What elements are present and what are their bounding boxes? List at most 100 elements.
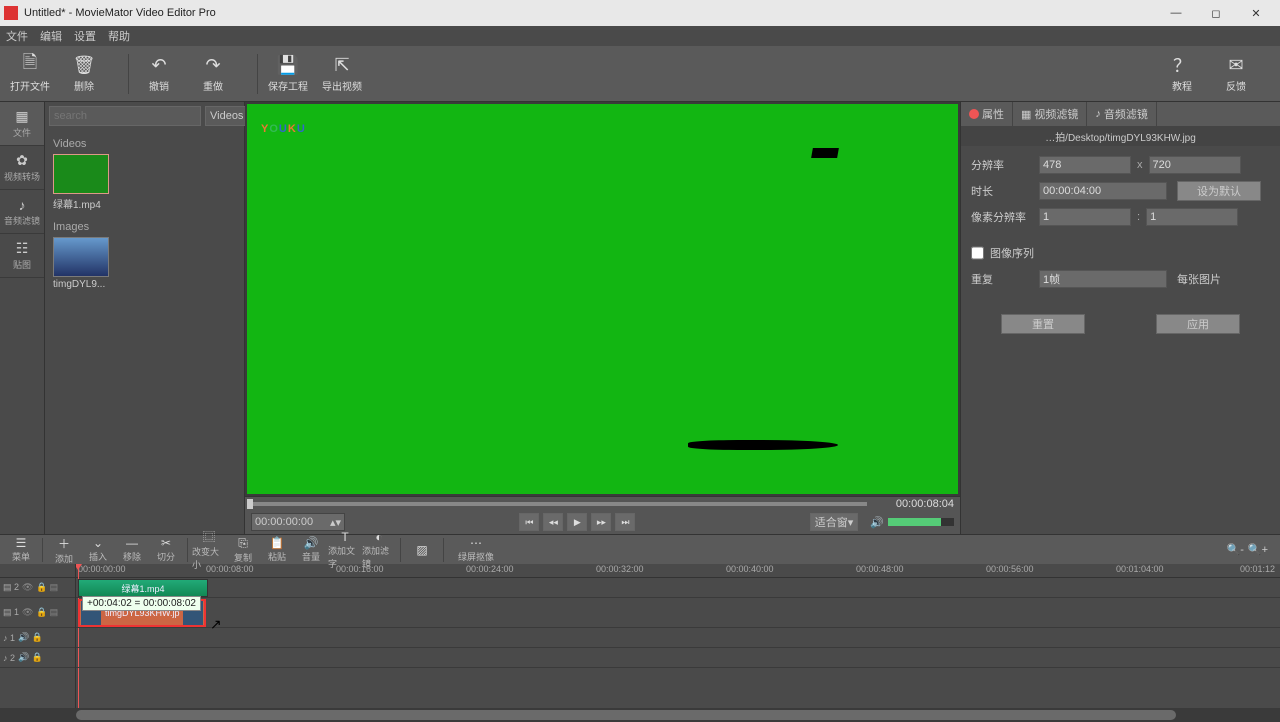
zoom-in-button[interactable]: 🔍+ (1248, 543, 1268, 556)
tl-volume-button[interactable]: 🔊音量 (294, 536, 328, 564)
par-b-input[interactable] (1146, 208, 1238, 226)
media-search-row: Videos (45, 102, 244, 130)
media-thumb-image[interactable]: timgDYL9... (53, 237, 113, 290)
track-v2[interactable]: 绿幕1.mp4 +00:04:02 = 00:00:08:02 (76, 578, 1280, 598)
tl-copy-button[interactable]: ⎘复制 (226, 536, 260, 564)
tl-resize-button[interactable]: ⿴改变大小 (192, 536, 226, 564)
seek-handle[interactable] (247, 499, 253, 509)
sticker-icon: ☷ (16, 240, 29, 257)
video-content (811, 148, 839, 158)
export-icon: ⇱ (331, 54, 353, 76)
video-content (688, 440, 838, 450)
scrollbar-thumb[interactable] (76, 710, 1176, 720)
left-tab-files[interactable]: ▦文件 (0, 102, 44, 146)
image-sequence-checkbox[interactable] (971, 244, 984, 262)
tl-menu-button[interactable]: ☰菜单 (4, 536, 38, 564)
track-headers: ▤ 2👁 🔒 ▤ ▤ 1👁 🔒 ▤ ♪ 1🔊 🔒 ♪ 2🔊 🔒 (0, 564, 76, 708)
skip-start-button[interactable]: ⏮ (519, 513, 539, 531)
tl-insert-button[interactable]: ⌄插入 (81, 536, 115, 564)
timeline-clip-video[interactable]: 绿幕1.mp4 (78, 579, 208, 597)
par-a-input[interactable] (1039, 208, 1131, 226)
volume-icon[interactable]: 🔊 (870, 516, 884, 529)
time-ruler[interactable]: 00:00:00:00 00:00:08:00 00:00:16:00 00:0… (76, 564, 1280, 578)
audio-filter-icon: ♪ (1095, 108, 1101, 120)
minus-icon: — (126, 536, 138, 550)
tl-cover-button[interactable]: ▨ (405, 536, 439, 564)
track-header-v2[interactable]: ▤ 2👁 🔒 ▤ (0, 578, 75, 598)
save-icon: 💾 (277, 54, 299, 76)
menu-file[interactable]: 文件 (6, 28, 28, 44)
open-file-button[interactable]: 🗎打开文件 (10, 49, 50, 99)
search-input[interactable] (49, 106, 201, 126)
left-tab-stickers[interactable]: ☷贴图 (0, 234, 44, 278)
step-back-button[interactable]: ◂◂ (543, 513, 563, 531)
save-project-button[interactable]: 💾保存工程 (268, 49, 308, 99)
step-fwd-button[interactable]: ▸▸ (591, 513, 611, 531)
tutorial-button[interactable]: ？教程 (1162, 49, 1202, 99)
track-v1[interactable]: timgDYL93KHW.jp (76, 598, 1280, 628)
skip-end-button[interactable]: ⏭ (615, 513, 635, 531)
zoom-fit-select[interactable]: 适合窗▾ (810, 513, 859, 531)
prop-file-path: …拍/Desktop/timgDYL93KHW.jpg (961, 126, 1280, 146)
prop-tabs: 属性 ▦视频滤镜 ♪音频滤镜 (961, 102, 1280, 126)
left-tab-transitions[interactable]: ✿视频转场 (0, 146, 44, 190)
feedback-button[interactable]: ✉反馈 (1216, 49, 1256, 99)
tl-chroma-button[interactable]: ⋯绿屏抠像 (448, 536, 504, 564)
media-list: Videos 绿幕1.mp4 Images timgDYL9... (45, 130, 244, 534)
image-sequence-label: 图像序列 (990, 245, 1034, 261)
minimize-button[interactable]: — (1156, 0, 1196, 26)
copy-icon: ⎘ (238, 536, 248, 551)
transport-bar: 00:00:00:00▴▾ ⏮ ◂◂ ▶ ▸▸ ⏭ 适合窗▾ 🔊 (245, 510, 960, 534)
mouse-cursor-icon (210, 616, 220, 630)
menu-help[interactable]: 帮助 (108, 28, 130, 44)
media-thumb-label: timgDYL9... (53, 279, 113, 290)
prop-body: 分辨率 x 时长 设为默认 像素分辨率 : 图像序列 重复 每张图片 重置 (961, 146, 1280, 534)
tl-zoom-controls: 🔍- 🔍+ (1227, 543, 1276, 556)
scissors-icon: ✂ (161, 536, 171, 550)
zoom-out-button[interactable]: 🔍- (1227, 543, 1244, 556)
separator (257, 54, 258, 94)
resolution-label: 分辨率 (971, 157, 1039, 173)
prop-tab-audio-filter[interactable]: ♪音频滤镜 (1087, 102, 1157, 126)
track-header-a1[interactable]: ♪ 1🔊 🔒 (0, 628, 75, 648)
tl-split-button[interactable]: ✂切分 (149, 536, 183, 564)
maximize-button[interactable]: ◻ (1196, 0, 1236, 26)
tl-text-button[interactable]: T添加文字 (328, 536, 362, 564)
set-default-button[interactable]: 设为默认 (1177, 181, 1261, 201)
track-header-v1[interactable]: ▤ 1👁 🔒 ▤ (0, 598, 75, 628)
track-a1[interactable] (76, 628, 1280, 648)
tl-filter-button[interactable]: ◐添加滤镜 (362, 536, 396, 564)
media-thumb-video[interactable]: 绿幕1.mp4 (53, 154, 113, 211)
video-canvas[interactable]: YOUKU (247, 104, 958, 494)
reset-button[interactable]: 重置 (1001, 314, 1085, 334)
track-a2[interactable] (76, 648, 1280, 668)
track-header-a2[interactable]: ♪ 2🔊 🔒 (0, 648, 75, 668)
prop-tab-video-filter[interactable]: ▦视频滤镜 (1013, 102, 1087, 126)
repeat-input[interactable] (1039, 270, 1167, 288)
undo-button[interactable]: ↶撤销 (139, 49, 179, 99)
duration-input[interactable] (1039, 182, 1167, 200)
mail-icon: ✉ (1225, 54, 1247, 76)
timeline-tracks[interactable]: 00:00:00:00 00:00:08:00 00:00:16:00 00:0… (76, 564, 1280, 708)
image-icon: ▨ (416, 543, 427, 557)
play-button[interactable]: ▶ (567, 513, 587, 531)
tl-paste-button[interactable]: 📋粘贴 (260, 536, 294, 564)
redo-button[interactable]: ↷重做 (193, 49, 233, 99)
menu-settings[interactable]: 设置 (74, 28, 96, 44)
chroma-icon: ⋯ (470, 536, 482, 550)
left-tab-audio-filters[interactable]: ♪音频滤镜 (0, 190, 44, 234)
seek-bar[interactable]: 00:00:08:04 (245, 496, 960, 510)
tl-remove-button[interactable]: —移除 (115, 536, 149, 564)
timecode-input[interactable]: 00:00:00:00▴▾ (251, 513, 345, 531)
apply-button[interactable]: 应用 (1156, 314, 1240, 334)
menu-edit[interactable]: 编辑 (40, 28, 62, 44)
tl-add-button[interactable]: ＋添加 (47, 536, 81, 564)
export-video-button[interactable]: ⇱导出视频 (322, 49, 362, 99)
volume-slider[interactable] (888, 518, 954, 526)
prop-tab-attributes[interactable]: 属性 (961, 102, 1013, 126)
close-button[interactable]: ✕ (1236, 0, 1276, 26)
title-bar: Untitled* - MovieMator Video Editor Pro … (0, 0, 1280, 26)
delete-button[interactable]: 🗑删除 (64, 49, 104, 99)
resolution-width-input[interactable] (1039, 156, 1131, 174)
resolution-height-input[interactable] (1149, 156, 1241, 174)
